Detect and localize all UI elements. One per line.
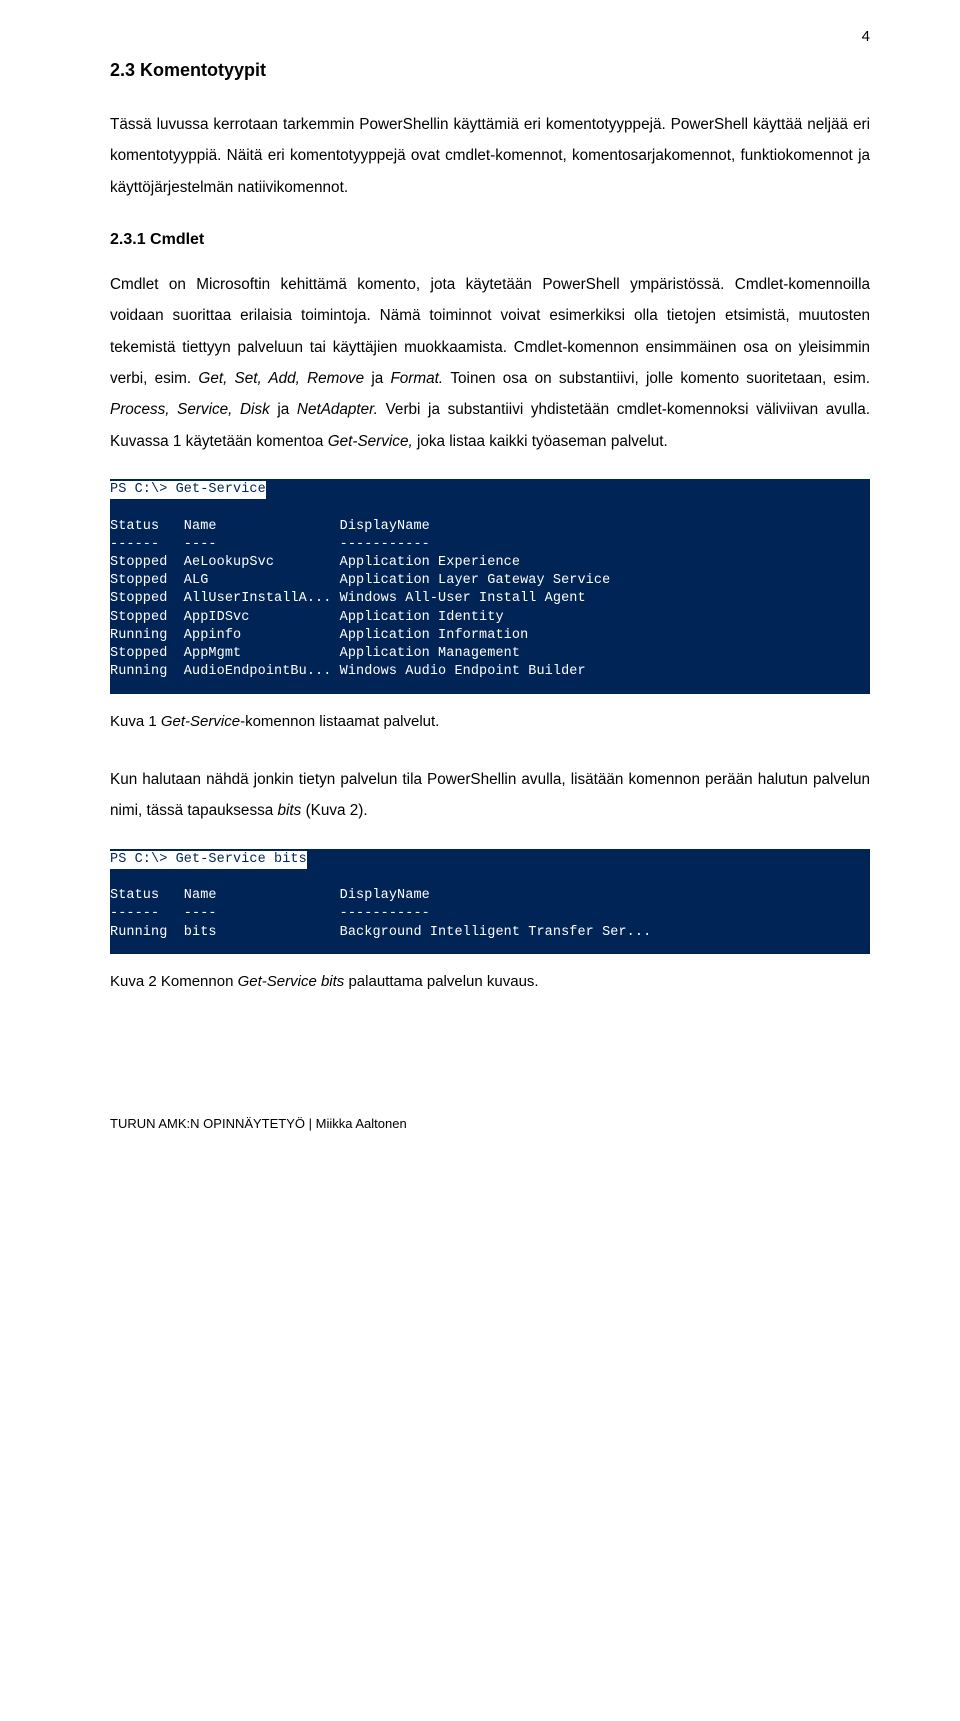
console-row: Stopped AppMgmt Application Management bbox=[110, 646, 520, 661]
figure-caption-2: Kuva 2 Komennon Get-Service bits palautt… bbox=[110, 968, 870, 997]
text-run: Kuva 1 bbox=[110, 713, 161, 730]
console-divider: ------ ---- ----------- bbox=[110, 537, 430, 552]
text-run: (Kuva 2). bbox=[306, 802, 368, 819]
text-run: ja bbox=[371, 370, 390, 387]
paragraph-cmdlet: Cmdlet on Microsoftin kehittämä komento,… bbox=[110, 269, 870, 457]
text-run: -komennon listaamat palvelut. bbox=[240, 713, 439, 730]
text-run: Toinen osa on substantiivi, jolle koment… bbox=[450, 370, 870, 387]
text-run: joka listaa kaikki työaseman palvelut. bbox=[417, 433, 668, 450]
text-run-italic: NetAdapter. bbox=[297, 401, 386, 418]
text-run-italic: Format. bbox=[390, 370, 450, 387]
text-run-italic: bits bbox=[278, 802, 306, 819]
text-run-italic: Get-Service bbox=[161, 713, 240, 730]
paragraph-intro: Tässä luvussa kerrotaan tarkemmin PowerS… bbox=[110, 109, 870, 203]
console-row: Running AudioEndpointBu... Windows Audio… bbox=[110, 664, 586, 679]
text-run-italic: Get-Service bits bbox=[238, 973, 349, 990]
paragraph-bits: Kun halutaan nähdä jonkin tietyn palvelu… bbox=[110, 764, 870, 827]
document-page: 4 2.3 Komentotyypit Tässä luvussa kerrot… bbox=[0, 0, 960, 1171]
console-row: Stopped ALG Application Layer Gateway Se… bbox=[110, 573, 610, 588]
console-header: Status Name DisplayName bbox=[110, 519, 430, 534]
text-run: ja bbox=[277, 401, 297, 418]
console-divider: ------ ---- ----------- bbox=[110, 906, 430, 921]
console-prompt: PS C:\> Get-Service bbox=[110, 481, 266, 499]
text-run-italic: Process, Service, Disk bbox=[110, 401, 277, 418]
console-screenshot-1: PS C:\> Get-Service Status Name DisplayN… bbox=[110, 479, 870, 693]
console-row: Running Appinfo Application Information bbox=[110, 628, 528, 643]
text-run: Kuva 2 Komennon bbox=[110, 973, 238, 990]
text-run-italic: Get-Service, bbox=[328, 433, 417, 450]
console-prompt: PS C:\> Get-Service bits bbox=[110, 851, 307, 869]
text-run: palauttama palvelun kuvaus. bbox=[348, 973, 538, 990]
figure-caption-1: Kuva 1 Get-Service-komennon listaamat pa… bbox=[110, 708, 870, 737]
page-number: 4 bbox=[862, 28, 870, 45]
subsection-heading: 2.3.1 Cmdlet bbox=[110, 231, 870, 249]
console-row: Running bits Background Intelligent Tran… bbox=[110, 925, 651, 940]
console-row: Stopped AllUserInstallA... Windows All-U… bbox=[110, 591, 586, 606]
text-run-italic: Get, Set, Add, Remove bbox=[198, 370, 371, 387]
console-row: Stopped AeLookupSvc Application Experien… bbox=[110, 555, 520, 570]
console-row: Stopped AppIDSvc Application Identity bbox=[110, 610, 504, 625]
text-run: Kun halutaan nähdä jonkin tietyn palvelu… bbox=[110, 771, 870, 819]
console-screenshot-2: PS C:\> Get-Service bits Status Name Dis… bbox=[110, 849, 870, 954]
console-header: Status Name DisplayName bbox=[110, 888, 430, 903]
section-heading: 2.3 Komentotyypit bbox=[110, 60, 870, 81]
footer-text: TURUN AMK:N OPINNÄYTETYÖ | Miikka Aalton… bbox=[110, 1116, 870, 1131]
